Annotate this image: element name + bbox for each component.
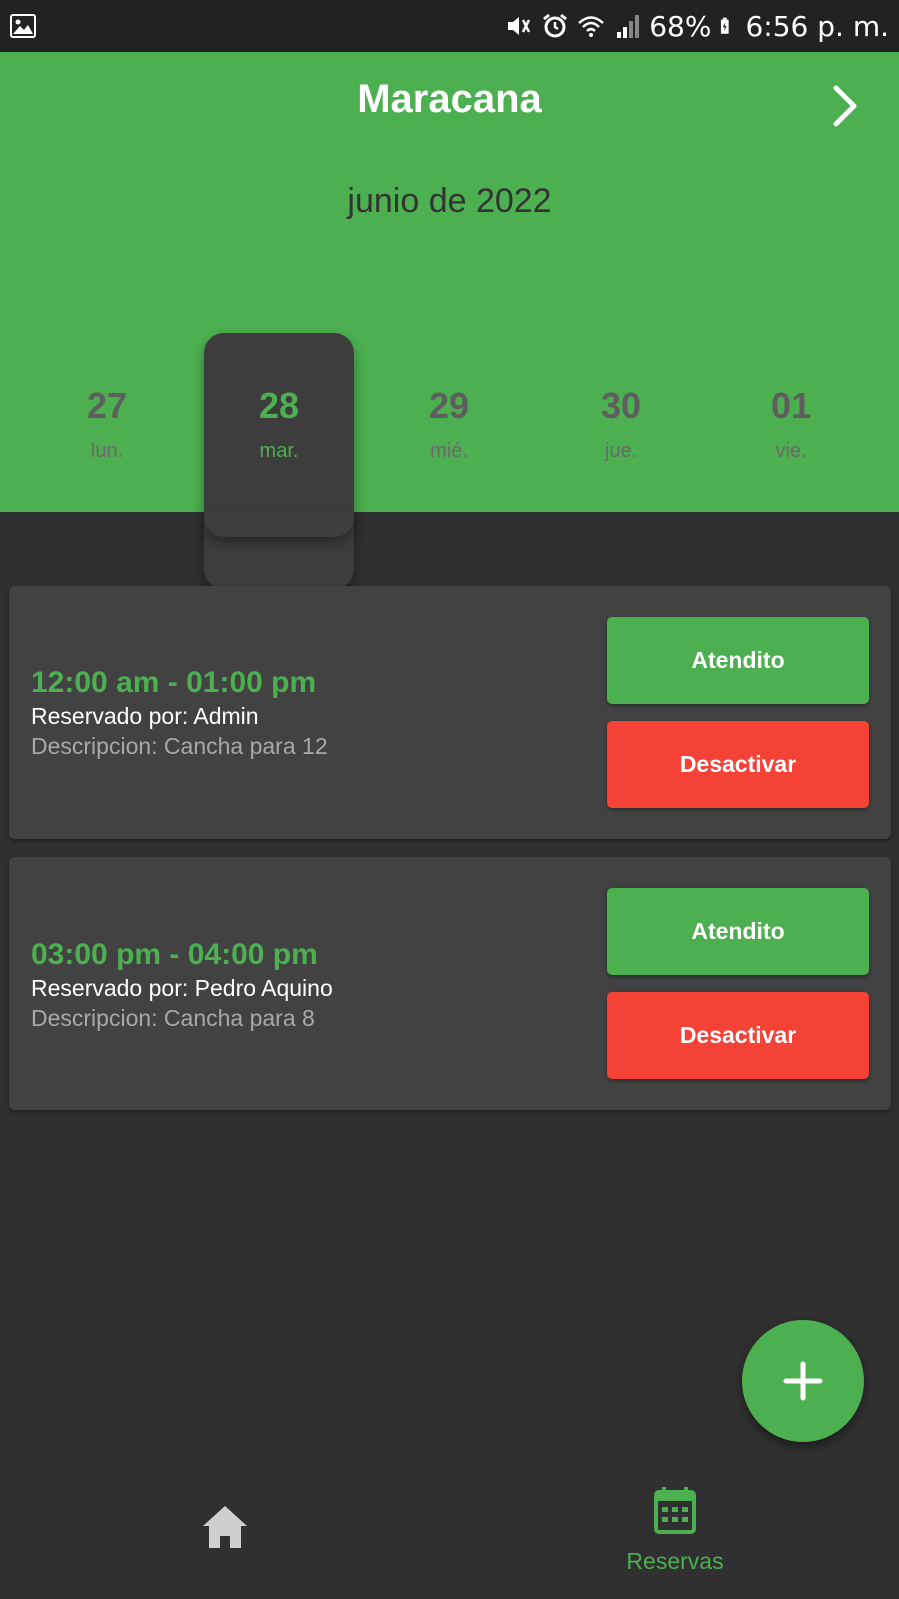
day-name: mié. <box>430 440 468 462</box>
attended-button[interactable]: Atendito <box>607 617 869 704</box>
attended-button[interactable]: Atendito <box>607 888 869 975</box>
selected-day-highlight-tail <box>204 512 354 537</box>
month-label: junio de 2022 <box>347 182 552 220</box>
day-number: 27 <box>86 385 128 426</box>
day-name: vie. <box>775 440 807 462</box>
status-bar: 68% 6:56 p. m. <box>0 0 899 52</box>
home-icon <box>203 1506 247 1548</box>
wifi-icon <box>578 16 605 37</box>
day-item[interactable]: 30 jue. <box>546 382 696 482</box>
battery-percent: 68% <box>649 9 712 43</box>
reservation-description: Descripcion: Cancha para 12 <box>31 733 328 759</box>
next-button[interactable] <box>822 80 870 132</box>
battery-icon <box>721 17 730 34</box>
page-title: Maracana <box>357 77 542 121</box>
calendar-header: Maracana junio de 2022 27 lun. 28 mar. 2… <box>0 52 899 589</box>
day-name: lun. <box>90 440 124 462</box>
deactivate-button[interactable]: Desactivar <box>607 721 869 808</box>
calendar-icon <box>654 1487 696 1534</box>
image-notification-icon <box>10 14 36 38</box>
day-item-selected[interactable]: 28 mar. <box>204 382 354 482</box>
reservation-time: 03:00 pm - 04:00 pm <box>31 938 318 971</box>
reservation-card: 12:00 am - 01:00 pm Reservado por: Admin… <box>9 586 891 839</box>
nav-item-reservas[interactable]: Reservas <box>600 1482 750 1592</box>
signal-icon <box>617 15 640 38</box>
day-number: 01 <box>770 385 812 426</box>
day-number: 30 <box>600 385 642 426</box>
status-icons: 68% 6:56 p. m. <box>505 8 889 44</box>
day-number: 28 <box>258 385 300 426</box>
reserved-by: Reservado por: Admin <box>31 703 259 729</box>
app-root: 68% 6:56 p. m. Maracana junio de 2022 27… <box>0 0 899 1599</box>
day-number: 29 <box>428 385 470 426</box>
chevron-right-icon <box>833 85 857 127</box>
plus-icon <box>783 1361 823 1401</box>
alarm-icon <box>543 13 568 38</box>
day-item[interactable]: 01 vie. <box>716 382 866 482</box>
nav-item-home[interactable] <box>175 1492 275 1572</box>
bottom-navigation: Reservas <box>0 1472 899 1599</box>
day-name: mar. <box>259 440 299 462</box>
reservation-card: 03:00 pm - 04:00 pm Reservado por: Pedro… <box>9 857 891 1110</box>
add-reservation-button[interactable] <box>742 1320 864 1442</box>
day-name: jue. <box>604 440 638 462</box>
day-item[interactable]: 29 mié. <box>374 382 524 482</box>
reservation-description: Descripcion: Cancha para 8 <box>31 1005 315 1031</box>
clock: 6:56 p. m. <box>745 9 889 43</box>
reservation-time: 12:00 am - 01:00 pm <box>31 666 317 699</box>
mute-icon <box>508 17 531 35</box>
deactivate-button[interactable]: Desactivar <box>607 992 869 1079</box>
day-item[interactable]: 27 lun. <box>32 382 182 482</box>
reserved-by: Reservado por: Pedro Aquino <box>31 975 333 1001</box>
nav-label-reservas: Reservas <box>626 1548 724 1574</box>
